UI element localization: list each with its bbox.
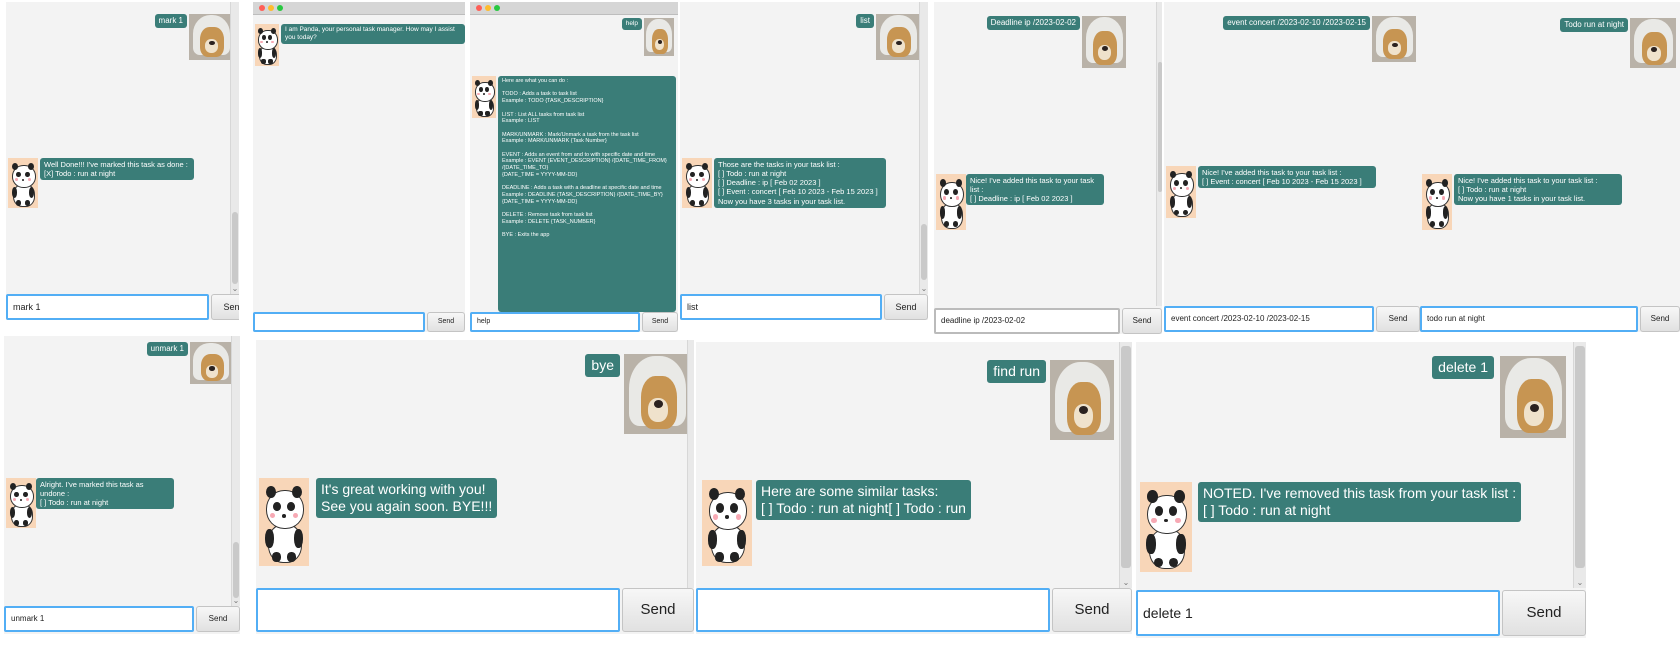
user-message: mark 1	[154, 14, 187, 28]
chat-window-deadline: Deadline ip /2023-02-02 Nice! I've added…	[934, 2, 1162, 334]
scrollbar[interactable]: ⌄	[1119, 342, 1132, 588]
chat-window-delete: delete 1 NOTED. I've removed this task f…	[1136, 342, 1586, 638]
chat-window-todo: Todo run at night Nice! I've added this …	[1420, 2, 1680, 332]
minimize-dot-icon[interactable]	[485, 5, 491, 11]
bot-message: Alright. I've marked this task as undone…	[36, 478, 174, 510]
user-message: find run	[987, 360, 1046, 384]
user-avatar	[189, 14, 233, 60]
send-button[interactable]: Send	[1376, 306, 1420, 332]
chat-window-greeting: I am Panda, your personal task manager. …	[253, 2, 465, 332]
close-dot-icon[interactable]	[259, 5, 265, 11]
panda-avatar	[8, 158, 38, 208]
maximize-dot-icon[interactable]	[277, 5, 283, 11]
panda-avatar	[682, 158, 712, 208]
panda-avatar	[936, 174, 966, 230]
send-button[interactable]: Send	[1640, 306, 1680, 332]
send-button[interactable]: Send	[642, 312, 678, 332]
panda-avatar	[472, 76, 496, 118]
user-message: bye	[585, 354, 620, 378]
send-button[interactable]: Send	[211, 294, 239, 320]
message-input[interactable]: help	[470, 312, 640, 332]
chat-window-mark: mark 1 Well Done!!! I've marked this tas…	[6, 2, 239, 320]
user-avatar	[190, 342, 232, 384]
bot-message: NOTED. I've removed this task from your …	[1198, 482, 1522, 523]
send-button[interactable]: Send	[622, 588, 694, 632]
bot-message: I am Panda, your personal task manager. …	[281, 24, 465, 44]
bot-message: Here are some similar tasks: [ ] Todo : …	[756, 480, 971, 521]
chat-window-unmark: unmark 1 Alright. I've marked this task …	[4, 336, 240, 634]
user-avatar	[1500, 356, 1566, 438]
message-input[interactable]: todo run at night	[1420, 306, 1638, 332]
send-button[interactable]: Send	[427, 312, 465, 332]
user-message: unmark 1	[146, 342, 188, 356]
bot-message: Well Done!!! I've marked this task as do…	[40, 158, 194, 181]
bot-message: Those are the tasks in your task list : …	[714, 158, 886, 208]
scrollbar[interactable]: ⌄	[1573, 342, 1586, 588]
message-input[interactable]	[253, 312, 425, 332]
message-input[interactable]: delete 1	[1136, 590, 1500, 636]
minimize-dot-icon[interactable]	[268, 5, 274, 11]
message-input[interactable]	[696, 588, 1050, 632]
user-avatar	[876, 14, 920, 60]
user-message: list	[856, 14, 874, 28]
chat-window-find: find run Here are some similar tasks: [ …	[696, 342, 1132, 634]
message-input[interactable]: deadline ip /2023-02-02	[934, 308, 1120, 334]
message-input[interactable]: list	[680, 294, 882, 320]
panda-avatar	[259, 478, 309, 566]
user-avatar	[1082, 16, 1126, 68]
chat-window-bye: bye It's great working with you! See you…	[256, 340, 694, 634]
scrollbar[interactable]	[1156, 2, 1162, 306]
chat-window-list: list Those are the tasks in your task li…	[680, 2, 928, 320]
bot-message: Here are what you can do : TODO : Adds a…	[498, 76, 676, 312]
chat-window-event: event concert /2023-02-10 /2023-02-15 Ni…	[1164, 2, 1420, 332]
scrollbar[interactable]	[687, 340, 694, 588]
message-input[interactable]	[256, 588, 620, 632]
user-avatar	[1050, 360, 1114, 440]
message-input[interactable]: event concert /2023-02-10 /2023-02-15	[1164, 306, 1374, 332]
panda-avatar	[6, 478, 36, 528]
scrollbar[interactable]: ⌄	[230, 2, 239, 294]
bot-message: Nice! I've added this task to your task …	[1454, 174, 1622, 206]
user-message: Deadline ip /2023-02-02	[986, 16, 1080, 30]
bot-message: Nice! I've added this task to your task …	[966, 174, 1104, 206]
scrollbar[interactable]: ⌄	[919, 2, 928, 294]
user-avatar	[624, 354, 690, 434]
close-dot-icon[interactable]	[476, 5, 482, 11]
send-button[interactable]: Send	[1052, 588, 1132, 632]
message-input[interactable]: unmark 1	[4, 606, 194, 632]
message-input[interactable]: mark 1	[6, 294, 209, 320]
send-button[interactable]: Send	[1122, 308, 1162, 334]
send-button[interactable]: Send	[1502, 590, 1586, 636]
user-message: delete 1	[1432, 356, 1494, 380]
maximize-dot-icon[interactable]	[494, 5, 500, 11]
panda-avatar	[1140, 482, 1192, 572]
user-message: help	[621, 18, 642, 30]
panda-avatar	[1166, 166, 1196, 218]
panda-avatar	[1422, 174, 1452, 230]
window-titlebar	[470, 2, 678, 15]
chat-window-help: help Here are what you can do : TODO : A…	[470, 2, 678, 332]
bot-message: It's great working with you! See you aga…	[316, 478, 498, 519]
send-button[interactable]: Send	[196, 606, 240, 632]
user-avatar	[644, 18, 674, 56]
user-message: event concert /2023-02-10 /2023-02-15	[1223, 16, 1370, 30]
scrollbar[interactable]: ⌄	[231, 336, 240, 606]
panda-avatar	[702, 480, 752, 566]
bot-message: Nice! I've added this task to your task …	[1198, 166, 1376, 189]
panda-avatar	[255, 24, 279, 66]
user-message: Todo run at night	[1560, 18, 1628, 32]
window-titlebar	[253, 2, 465, 15]
send-button[interactable]: Send	[884, 294, 928, 320]
user-avatar	[1630, 18, 1676, 68]
user-avatar	[1372, 16, 1416, 62]
